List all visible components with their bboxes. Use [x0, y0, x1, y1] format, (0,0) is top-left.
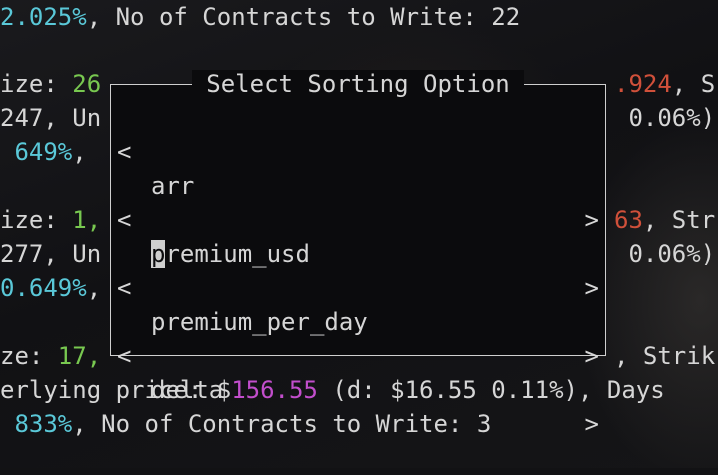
comma-text: , — [86, 274, 102, 302]
sorting-dialog: Select Sorting Option < arr > < premium_… — [110, 70, 606, 438]
comma-text: , — [72, 138, 87, 166]
strike-label: , Strik — [614, 342, 716, 370]
size-label: ize: — [0, 70, 73, 98]
strike-label: , S — [671, 70, 716, 98]
underlying-price: 156.55 — [231, 376, 318, 404]
terminal-line: 2.025%, No of Contracts to Write: 22 — [0, 0, 520, 34]
sort-option-delta[interactable]: < delta > — [117, 305, 599, 438]
size-value: 1, — [72, 206, 102, 234]
arrow-left-icon: < — [117, 138, 132, 166]
size-label: ze: — [0, 342, 58, 370]
terminal-line: 0.649%, — [0, 271, 101, 305]
arrow-right-icon: > — [584, 342, 599, 370]
terminal-line-right: 63, Str — [614, 203, 715, 237]
terminal-line: 649%, — [0, 135, 87, 169]
dialog-title: Select Sorting Option — [111, 67, 605, 101]
sort-option-arr[interactable]: < arr > — [117, 101, 599, 234]
arrow-right-icon: > — [584, 274, 599, 302]
arrow-left-icon: < — [117, 206, 132, 234]
arrow-left-icon: < — [117, 342, 132, 370]
strike-value: 63 — [614, 206, 643, 234]
underlying-text: 247, Un — [0, 104, 102, 132]
size-value: 26 — [72, 70, 102, 98]
terminal-line-right: .924, S — [614, 67, 715, 101]
terminal-line-right: , Strik — [614, 339, 715, 373]
arrow-left-icon: < — [117, 274, 132, 302]
terminal-line: 833%, No of Contracts to Write: 3 — [0, 407, 491, 441]
size-label: ize: — [0, 206, 73, 234]
terminal-line: 247, Un — [0, 101, 101, 135]
dialog-title-text: Select Sorting Option — [192, 70, 524, 98]
terminal-line: ize: 26 — [0, 67, 101, 101]
terminal-line-right: 0.06%) — [614, 237, 715, 271]
strike-value: .924 — [614, 70, 672, 98]
sort-option-label: delta — [151, 376, 224, 404]
terminal-line: ize: 1, — [0, 203, 101, 237]
size-value: 17, — [57, 342, 102, 370]
underlying-text: 277, Un — [0, 240, 102, 268]
sort-option-premium-per-day[interactable]: < premium_per_day > — [117, 237, 599, 370]
terminal-line-right: 0.06%) — [614, 101, 715, 135]
arrow-right-icon: > — [584, 206, 599, 234]
terminal-line: ze: 17, — [0, 339, 101, 373]
delta-pct-text: 0.06%) — [614, 240, 716, 268]
percent-value: 0.649% — [0, 274, 87, 302]
arrow-right-icon: > — [584, 410, 599, 438]
percent-value: 833% — [0, 410, 73, 438]
delta-pct-text: 0.06%) — [614, 104, 716, 132]
sort-option-premium-usd[interactable]: < premium_usd > — [117, 169, 599, 302]
percent-value: 2.025% — [0, 3, 87, 31]
contracts-text: , No of Contracts to Write: 22 — [86, 3, 521, 31]
strike-label: , Str — [642, 206, 716, 234]
underlying-delta-text: (d: $16.55 0.11%), Days — [317, 376, 665, 404]
terminal-line: 277, Un — [0, 237, 101, 271]
terminal-line: erlying price: $156.55 (d: $16.55 0.11%)… — [0, 373, 665, 407]
percent-value: 649% — [0, 138, 73, 166]
